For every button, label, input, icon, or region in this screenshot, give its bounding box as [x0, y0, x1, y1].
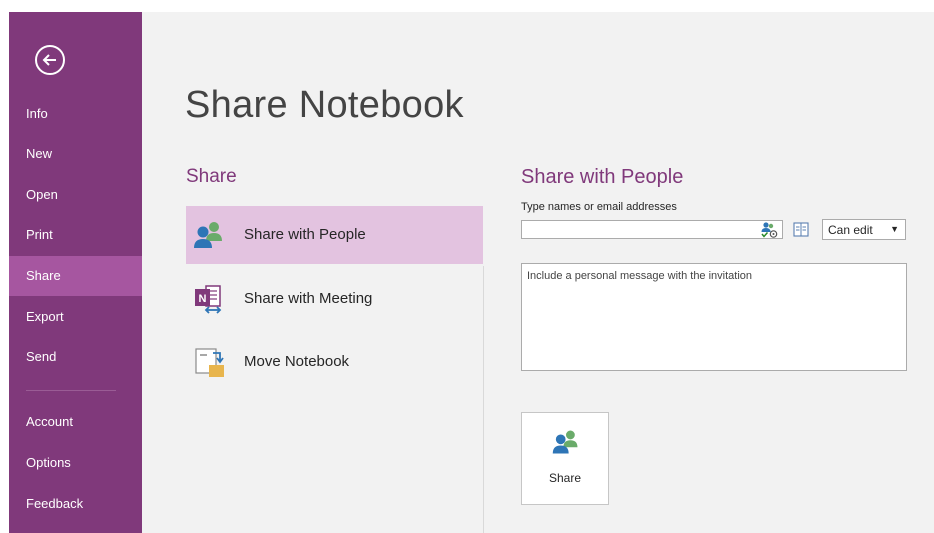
option-share-with-people-label: Share with People: [244, 226, 366, 243]
page-title: Share Notebook: [185, 84, 464, 126]
nav-info-label: Info: [26, 106, 48, 121]
backstage-view: Info New Open Print Share Export Send Ac…: [9, 12, 934, 533]
section-title: Share: [186, 166, 237, 187]
share-button[interactable]: Share: [521, 412, 609, 505]
share-button-label: Share: [548, 471, 582, 485]
names-input[interactable]: [521, 220, 783, 239]
nav-export-label: Export: [26, 309, 64, 324]
back-button[interactable]: [35, 45, 65, 75]
check-names-icon[interactable]: [760, 221, 778, 238]
message-placeholder: Include a personal message with the invi…: [527, 270, 753, 282]
option-move-notebook[interactable]: Move Notebook: [186, 333, 483, 391]
nav-options-label: Options: [26, 455, 71, 470]
backstage-sidebar: Info New Open Print Share Export Send Ac…: [9, 12, 142, 533]
nav-print-label: Print: [26, 227, 53, 242]
detail-title: Share with People: [521, 166, 684, 188]
nav-open[interactable]: Open: [9, 175, 142, 215]
permission-value: Can edit: [828, 223, 873, 237]
nav-open-label: Open: [26, 187, 58, 202]
names-field-label: Type names or email addresses: [521, 201, 677, 213]
nav-info[interactable]: Info: [9, 94, 142, 134]
nav-account-label: Account: [26, 414, 73, 429]
nav-send-label: Send: [26, 349, 57, 364]
permission-dropdown[interactable]: Can edit ▼: [822, 219, 906, 240]
nav-send[interactable]: Send: [9, 337, 142, 377]
onenote-meeting-icon: N: [195, 285, 222, 314]
nav-feedback-label: Feedback: [26, 496, 84, 511]
nav-share-label: Share: [26, 268, 61, 283]
nav-export[interactable]: Export: [9, 297, 142, 337]
message-textarea[interactable]: Include a personal message with the invi…: [521, 263, 907, 371]
main-panel: Share Notebook Share Share with People N: [142, 12, 934, 533]
nav-new-label: New: [26, 146, 53, 161]
move-notebook-icon: [195, 348, 224, 377]
nav-share[interactable]: Share: [9, 256, 142, 296]
nav-options[interactable]: Options: [9, 443, 142, 483]
address-book-icon[interactable]: [792, 221, 810, 238]
nav-feedback[interactable]: Feedback: [9, 484, 142, 524]
people-icon: [194, 222, 222, 248]
option-move-notebook-label: Move Notebook: [244, 353, 350, 370]
nav-account[interactable]: Account: [9, 402, 142, 442]
nav-print[interactable]: Print: [9, 215, 142, 255]
people-icon: [552, 430, 578, 454]
column-divider: [483, 266, 484, 533]
nav-divider: [26, 390, 116, 391]
svg-text:N: N: [199, 293, 207, 305]
back-arrow-icon: [42, 54, 56, 66]
nav-new[interactable]: New: [9, 134, 142, 174]
option-share-with-people[interactable]: Share with People: [186, 206, 483, 264]
chevron-down-icon: ▼: [890, 224, 899, 234]
option-share-with-meeting-label: Share with Meeting: [244, 290, 373, 307]
option-share-with-meeting[interactable]: N Share with Meeting: [186, 270, 483, 328]
